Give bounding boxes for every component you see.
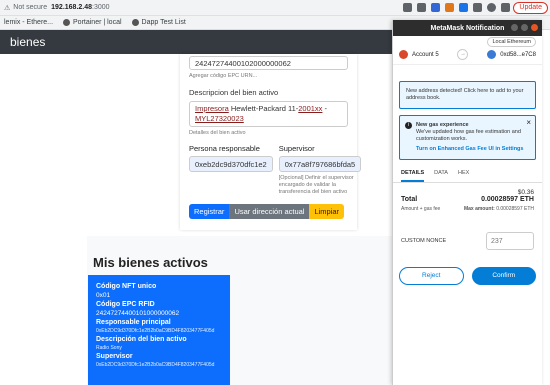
supervisor-input[interactable]: 0x77a8f797686bfda5: [278, 156, 362, 172]
warning-icon: ⚠: [4, 4, 11, 12]
arrow-right-icon: →: [457, 49, 469, 60]
total-row: Total 0.00028597 ETH: [401, 196, 534, 203]
share-icon[interactable]: [403, 3, 412, 12]
card-key-responsible: Responsable principal: [96, 319, 171, 326]
asset-form: 24247274400102000000062 Agregar código E…: [180, 54, 362, 230]
bookmark-portainer[interactable]: Portainer | local: [63, 19, 122, 26]
custom-nonce-row: CUSTOM NONCE: [393, 232, 542, 250]
tab-details[interactable]: DETAILS: [401, 166, 425, 182]
new-address-alert[interactable]: New address detected! Click here to add …: [399, 81, 536, 109]
form-buttons: Registrar Usar dirección actual Limpiar: [189, 204, 348, 219]
profile-icon[interactable]: [487, 3, 496, 12]
supervisor-label: Supervisor: [278, 144, 315, 153]
card-val-description: Radio Sony: [96, 345, 122, 351]
reject-button[interactable]: Reject: [399, 267, 464, 285]
portainer-icon: [63, 19, 71, 26]
tab-data[interactable]: DATA: [434, 166, 448, 182]
metamask-titlebar: MetaMask Notification: [393, 20, 542, 36]
app-header: bienes: [0, 30, 392, 54]
supervisor-hint: [Opcional] Definir el supervisor encarga…: [278, 175, 354, 195]
card-val-nft: 0x01: [96, 292, 111, 299]
description-label: Descripcion del bien activo: [189, 88, 279, 97]
window-controls: [511, 24, 538, 31]
tx-details: $0.36 Total 0.00028597 ETH Amount + gas …: [393, 183, 542, 218]
tab-hex[interactable]: HEX: [458, 166, 469, 182]
info-icon: i: [405, 122, 412, 129]
metamask-popup: MetaMask Notification Local Ethereum Acc…: [392, 20, 542, 385]
puzzle-icon-2[interactable]: [501, 3, 510, 12]
accounts-row: Account 5 → 0xd58...e7C8: [393, 45, 542, 65]
assets-title: Mis bienes activos: [93, 255, 208, 270]
card-val-responsible: 0xEb2DC9d370Dfc1e2B2b0aC9BD4F8203477F405…: [96, 328, 215, 334]
total-usd: $0.36: [517, 189, 534, 196]
responsible-label: Persona responsable: [189, 144, 260, 153]
address-bar[interactable]: 192.168.2.48:3000: [51, 4, 109, 11]
supervisor-col: Supervisor 0x77a8f797686bfda5 [Opcional]…: [278, 144, 362, 196]
account-avatar-icon: [399, 50, 408, 59]
register-button[interactable]: Registrar: [189, 204, 230, 219]
bookmark-remix[interactable]: lemix - Ethere...: [4, 19, 53, 26]
nonce-label: CUSTOM NONCE: [401, 238, 447, 244]
tx-tabs: DETAILS DATA HEX: [393, 166, 542, 183]
star-icon[interactable]: [417, 3, 426, 12]
card-val-supervisor: 0xEb2DC9d370Dfc1e2B2b0aC9BD4F8203477F405…: [96, 362, 215, 368]
description-hint: Detalles del bien activo: [189, 130, 246, 136]
globe-icon: [131, 19, 139, 26]
confirm-button[interactable]: Confirm: [471, 267, 536, 285]
description-input[interactable]: Impresora Hewlett-Packard 11-2001xx - MY…: [189, 101, 348, 127]
card-key-supervisor: Supervisor: [96, 353, 133, 360]
to-account[interactable]: 0xd58...e7C8: [487, 50, 536, 59]
network-selector[interactable]: Local Ethereum: [393, 36, 542, 47]
responsible-col: Persona responsable 0xeb2dc9d370dfc1e2: [189, 144, 273, 196]
card-key-description: Descripción del bien activo: [96, 336, 187, 343]
total-eth: 0.00028597 ETH: [481, 196, 534, 203]
nonce-input[interactable]: [486, 232, 534, 250]
from-account[interactable]: Account 5: [399, 50, 439, 59]
browser-toolbar: ⚠ Not secure 192.168.2.48:3000 Update: [0, 0, 550, 16]
epc-input[interactable]: 24247274400102000000062: [189, 56, 348, 70]
amount-gas-row: Amount + gas fee Max amount: 0.00028597 …: [401, 206, 534, 212]
card-key-epc: Código EPC RFID: [96, 301, 155, 308]
use-current-address-button[interactable]: Usar dirección actual: [229, 204, 310, 219]
action-buttons: Reject Confirm: [399, 267, 536, 285]
metamask-icon[interactable]: [445, 3, 454, 12]
minimize-icon[interactable]: [511, 24, 518, 31]
app-title: bienes: [10, 35, 46, 49]
card-key-nft: Código NFT unico: [96, 283, 157, 290]
bookmark-dapp[interactable]: Dapp Test List: [131, 19, 186, 26]
gas-experience-alert: i × New gas experience We've updated how…: [399, 115, 536, 160]
security-indicator[interactable]: ⚠ Not secure: [4, 4, 47, 12]
extension-icon[interactable]: [431, 3, 440, 12]
extension-icon-2[interactable]: [459, 3, 468, 12]
responsible-input[interactable]: 0xeb2dc9d370dfc1e2: [189, 156, 273, 172]
asset-card: Código NFT unico 0x01 Código EPC RFID 24…: [88, 275, 230, 385]
update-button[interactable]: Update: [513, 2, 548, 14]
maximize-icon[interactable]: [521, 24, 528, 31]
clear-button[interactable]: Limpiar: [309, 204, 345, 219]
enhanced-gas-link[interactable]: Turn on Enhanced Gas Fee UI in Settings: [416, 146, 529, 153]
card-val-epc: 24247274400101000000062: [96, 310, 180, 317]
puzzle-icon[interactable]: [473, 3, 482, 12]
recipient-avatar-icon: [487, 50, 497, 59]
close-icon[interactable]: [531, 24, 538, 31]
close-alert-icon[interactable]: ×: [526, 119, 531, 127]
epc-hint: Agregar código EPC URN...: [189, 73, 258, 79]
owner-supervisor-row: Persona responsable 0xeb2dc9d370dfc1e2 S…: [189, 144, 362, 196]
extension-icons: [403, 3, 510, 12]
